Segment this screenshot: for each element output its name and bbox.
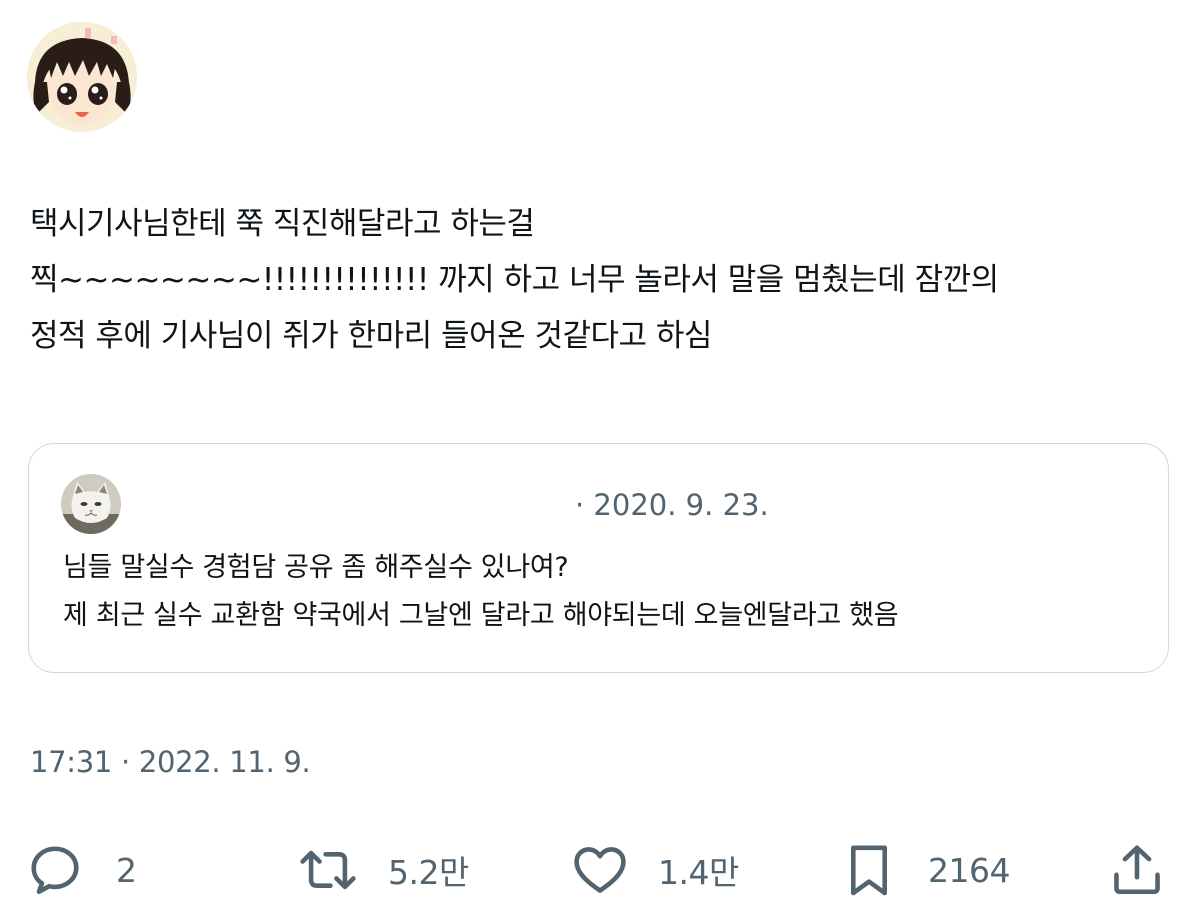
quoted-tweet[interactable]: · 2020. 9. 23. 님들 말실수 경험담 공유 좀 해주실수 있나여?… <box>28 443 1169 673</box>
bookmark-count: 2164 <box>928 850 1010 890</box>
author-avatar[interactable] <box>27 22 137 132</box>
reply-icon <box>31 846 79 895</box>
bookmark-button[interactable]: 2164 <box>840 830 1010 910</box>
tweet-text: 택시기사님한테 쭉 직진해달라고 하는걸 찍~~~~~~~~!!!!!!!!!!… <box>30 196 1180 364</box>
retweet-button[interactable]: 5.2만 <box>296 830 469 910</box>
action-bar: 2 5.2만 1.4만 2164 <box>0 830 1199 910</box>
quoted-author-avatar-image <box>61 474 121 534</box>
heart-icon <box>574 847 626 893</box>
retweet-icon <box>300 850 356 890</box>
reply-button[interactable]: 2 <box>26 830 137 910</box>
reply-count: 2 <box>116 850 137 890</box>
retweet-count: 5.2만 <box>388 853 469 892</box>
tweet-text-line: 택시기사님한테 쭉 직진해달라고 하는걸 <box>30 206 535 242</box>
tweet-text-line: 찍~~~~~~~~!!!!!!!!!!!!!! 까지 하고 너무 놀라서 말을 … <box>30 262 999 298</box>
share-icon <box>1114 845 1160 895</box>
quoted-tweet-text-line: 님들 말실수 경험담 공유 좀 해주실수 있나여? <box>63 552 569 583</box>
quoted-tweet-text: 님들 말실수 경험담 공유 좀 해주실수 있나여? 제 최근 실수 교환함 약국… <box>63 544 899 640</box>
tweet-text-line: 정적 후에 기사님이 쥐가 한마리 들어온 것같다고 하심 <box>30 318 712 354</box>
quoted-author-avatar[interactable] <box>61 474 121 534</box>
quoted-tweet-date[interactable]: · 2020. 9. 23. <box>575 488 769 522</box>
quoted-tweet-text-line: 제 최근 실수 교환함 약국에서 그날엔 달라고 해야되는데 오늘엔달라고 했음 <box>63 600 899 631</box>
like-button[interactable]: 1.4만 <box>570 830 739 910</box>
author-avatar-image <box>27 22 137 132</box>
bookmark-icon <box>850 845 888 896</box>
share-button[interactable] <box>1108 830 1166 910</box>
like-count: 1.4만 <box>658 853 739 892</box>
tweet-timestamp[interactable]: 17:31 · 2022. 11. 9. <box>30 745 311 779</box>
